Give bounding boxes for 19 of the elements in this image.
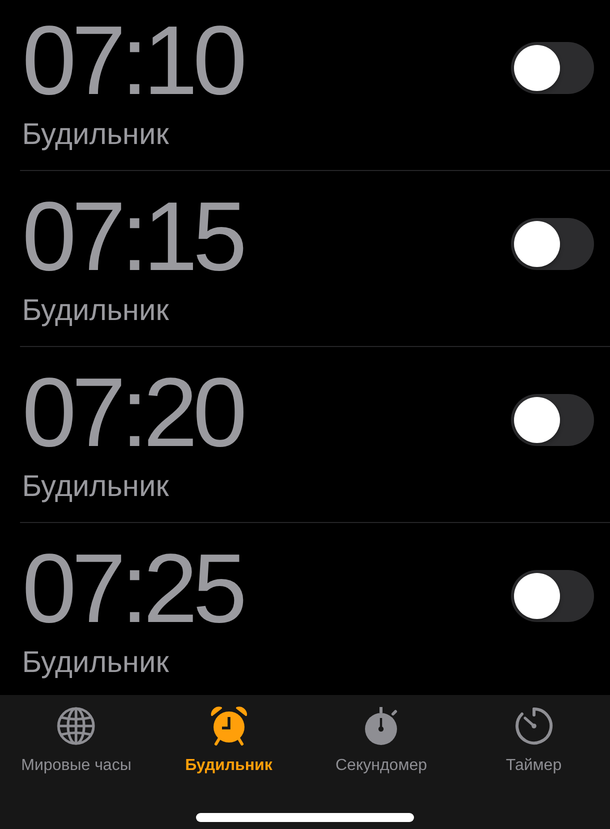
- alarm-clock-icon: [208, 706, 249, 746]
- alarm-label: Будильник: [22, 646, 170, 680]
- alarm-label: Будильник: [22, 118, 170, 152]
- tab-button[interactable]: Будильник: [152, 695, 305, 776]
- toggle-switch[interactable]: [511, 570, 594, 622]
- alarm-time: 07:20: [22, 363, 242, 461]
- alarm-time: 07:25: [22, 539, 242, 637]
- tab-button[interactable]: Таймер: [458, 695, 610, 776]
- alarm-time: 07:15: [22, 187, 242, 285]
- alarm-label: Будильник: [22, 470, 170, 504]
- timer-icon: [514, 706, 554, 746]
- toggle-switch[interactable]: [511, 42, 594, 94]
- tab-button[interactable]: Секундомер: [305, 695, 458, 776]
- toggle-switch[interactable]: [511, 394, 594, 446]
- alarm-label: Будильник: [22, 294, 170, 328]
- tab-button[interactable]: Мировые часы: [0, 695, 152, 776]
- globe-icon: [56, 706, 96, 746]
- toggle-switch[interactable]: [511, 218, 594, 270]
- alarm-time: 07:10: [22, 11, 242, 109]
